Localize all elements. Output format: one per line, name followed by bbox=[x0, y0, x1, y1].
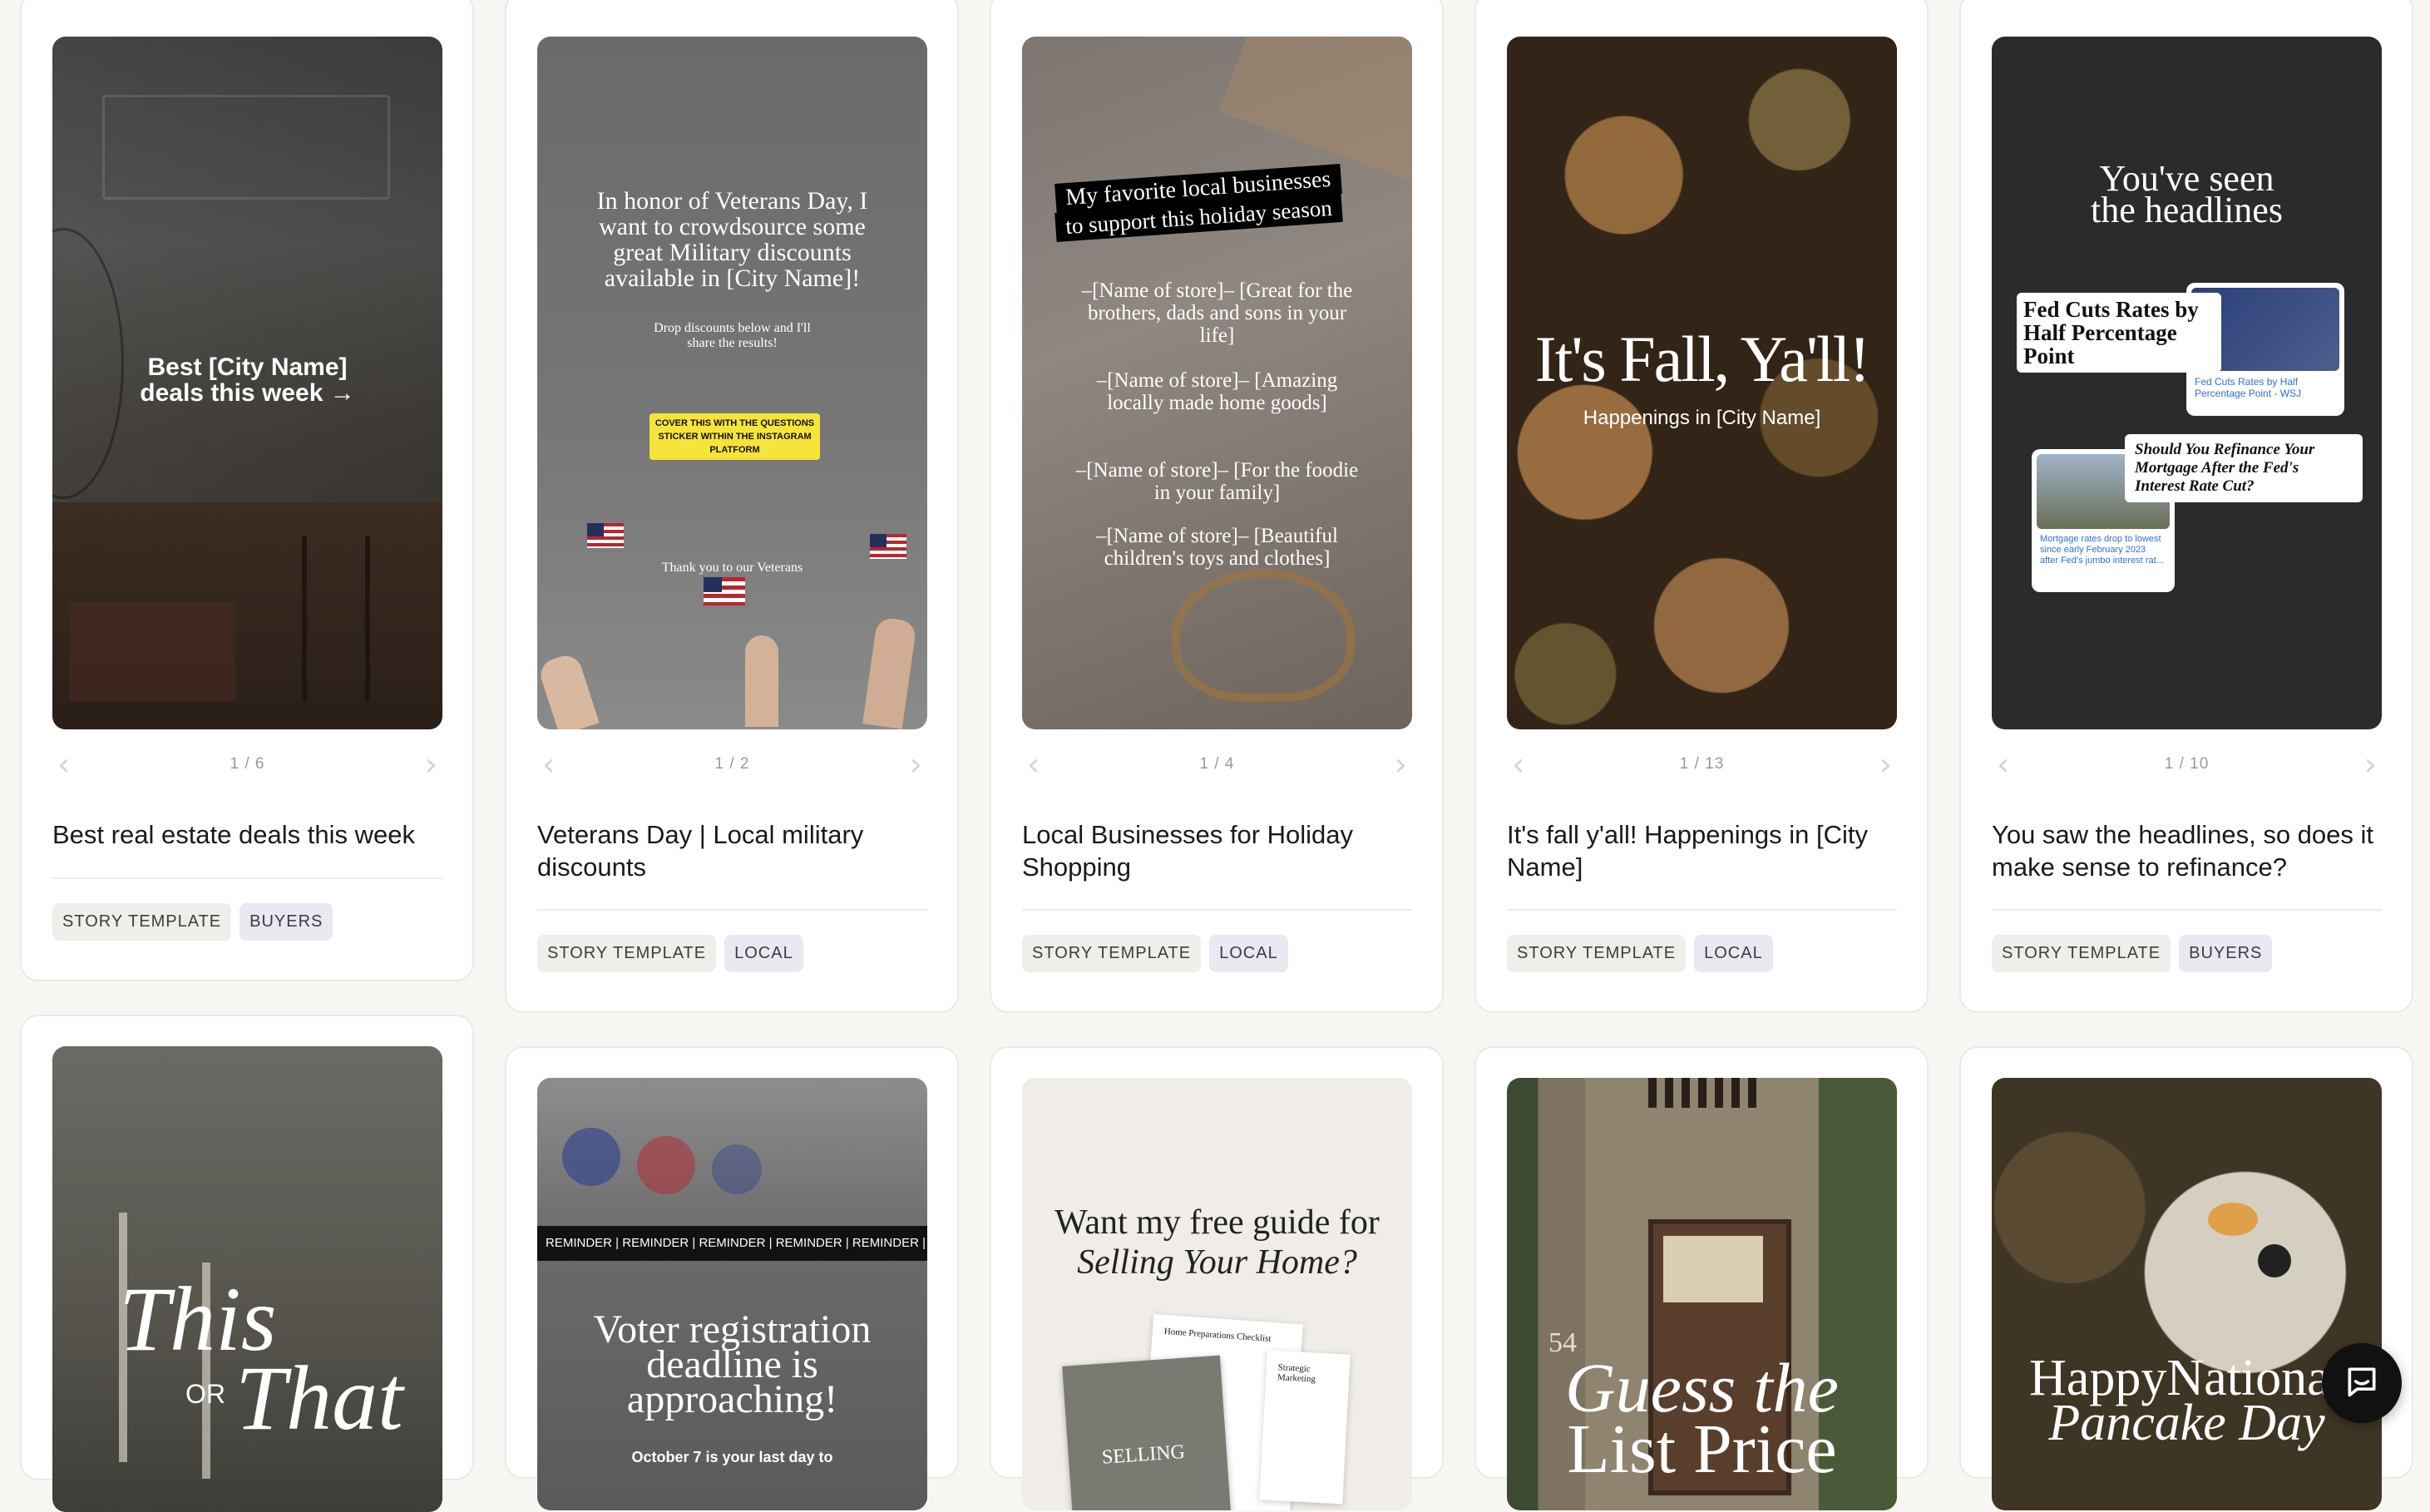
chevron-right-icon[interactable]: › bbox=[1395, 744, 1407, 785]
flag-icon bbox=[587, 523, 624, 548]
tag-list: STORY TEMPLATE LOCAL bbox=[1507, 935, 1897, 972]
card-divider bbox=[1992, 909, 2382, 911]
tag-story-template[interactable]: STORY TEMPLATE bbox=[52, 903, 232, 941]
story-headline: It's Fall, Ya'll! bbox=[1534, 323, 1871, 395]
story-headline: Best [City Name] deals this week → bbox=[140, 353, 355, 407]
template-card[interactable]: You've seen the headlines Fed Cuts Rates… bbox=[1959, 0, 2413, 1013]
flag-icon bbox=[704, 577, 745, 605]
card-divider bbox=[52, 877, 442, 879]
carousel-nav: ‹ 1 / 2 › bbox=[537, 744, 927, 785]
slide-counter: 1 / 6 bbox=[230, 755, 265, 773]
story-headline: Selling Your Home? bbox=[1077, 1243, 1357, 1282]
news-headline: Should You Refinance Your Mortgage After… bbox=[2125, 434, 2363, 502]
slide-counter: 1 / 13 bbox=[1679, 755, 1725, 773]
chat-icon bbox=[2344, 1363, 2380, 1404]
card-divider bbox=[1022, 909, 1412, 911]
slide-counter: 1 / 4 bbox=[1199, 755, 1235, 773]
sticker-note: COVER THIS WITH THE QUESTIONS STICKER WI… bbox=[649, 413, 820, 460]
story-list-item: –[Name of store]– [Beautiful children's … bbox=[1096, 525, 1338, 570]
tag-buyers[interactable]: BUYERS bbox=[240, 903, 333, 941]
story-subtext: Drop discounts below and I'll share the … bbox=[654, 321, 811, 350]
template-card[interactable]: Best [City Name] deals this week → ‹ 1 /… bbox=[20, 0, 474, 981]
chevron-right-icon[interactable]: › bbox=[910, 744, 922, 785]
slide-counter: 1 / 2 bbox=[714, 755, 750, 773]
story-preview[interactable]: Best [City Name] deals this week → bbox=[52, 37, 442, 729]
story-headline: Pancake Day bbox=[2048, 1395, 2325, 1451]
card-title[interactable]: Veterans Day | Local military discounts bbox=[537, 818, 927, 883]
tag-local[interactable]: LOCAL bbox=[1694, 935, 1773, 972]
story-subtext: Happenings in [City Name] bbox=[1583, 407, 1821, 429]
chat-launcher-button[interactable] bbox=[2322, 1343, 2402, 1423]
template-card[interactable]: My favorite local businesses to support … bbox=[990, 0, 1444, 1013]
story-headline: Want my free guide for bbox=[1054, 1203, 1380, 1242]
news-headline: Fed Cuts Rates by Half Percentage Point bbox=[2017, 293, 2221, 373]
tag-list: STORY TEMPLATE BUYERS bbox=[1992, 935, 2382, 972]
template-card[interactable]: REMINDER | REMINDER | REMINDER | REMINDE… bbox=[505, 1046, 959, 1510]
story-headline: That bbox=[235, 1347, 403, 1449]
story-subtext: October 7 is your last day to bbox=[631, 1449, 833, 1465]
card-title[interactable]: It's fall y'all! Happenings in [City Nam… bbox=[1507, 818, 1897, 883]
chevron-right-icon[interactable]: › bbox=[1879, 744, 1892, 785]
tag-story-template[interactable]: STORY TEMPLATE bbox=[1022, 935, 1202, 972]
template-card[interactable]: This OR That bbox=[20, 1015, 474, 1512]
tag-local[interactable]: LOCAL bbox=[724, 935, 803, 972]
tag-story-template[interactable]: STORY TEMPLATE bbox=[1992, 935, 2171, 972]
chevron-right-icon[interactable]: › bbox=[425, 744, 437, 785]
carousel-nav: ‹ 1 / 13 › bbox=[1507, 744, 1897, 785]
news-caption: Fed Cuts Rates by Half Percentage Point … bbox=[2195, 376, 2302, 399]
news-caption: Mortgage rates drop to lowest since earl… bbox=[2040, 534, 2164, 566]
tag-list: STORY TEMPLATE BUYERS bbox=[52, 903, 442, 941]
tag-local[interactable]: LOCAL bbox=[1209, 935, 1288, 972]
story-footer: Thank you to our Veterans bbox=[661, 561, 803, 575]
story-headline: Voter registration deadline is approachi… bbox=[593, 1307, 872, 1421]
carousel-nav: ‹ 1 / 10 › bbox=[1992, 744, 2382, 785]
tag-story-template[interactable]: STORY TEMPLATE bbox=[537, 935, 717, 972]
guide-page: Strategic Marketing bbox=[1259, 1350, 1351, 1505]
chevron-right-icon[interactable]: › bbox=[2364, 744, 2377, 785]
story-headline: the headlines bbox=[2091, 190, 2283, 230]
story-preview[interactable]: 54 Guess the List Price bbox=[1507, 1078, 1897, 1510]
card-divider bbox=[537, 909, 927, 911]
tag-buyers[interactable]: BUYERS bbox=[2179, 935, 2273, 972]
story-list-item: –[Name of store]– [Great for the brother… bbox=[1081, 279, 1353, 347]
card-divider bbox=[1507, 909, 1897, 911]
template-card[interactable]: Want my free guide for Selling Your Home… bbox=[990, 1046, 1444, 1510]
template-grid: Best [City Name] deals this week → ‹ 1 /… bbox=[0, 0, 2430, 1512]
template-card[interactable]: It's Fall, Ya'll! Happenings in [City Na… bbox=[1474, 0, 1929, 1013]
story-preview[interactable]: In honor of Veterans Day, I want to crow… bbox=[537, 37, 927, 729]
story-preview[interactable]: Want my free guide for Selling Your Home… bbox=[1022, 1078, 1412, 1510]
flag-icon bbox=[870, 534, 906, 559]
tag-story-template[interactable]: STORY TEMPLATE bbox=[1507, 935, 1687, 972]
story-preview[interactable]: REMINDER | REMINDER | REMINDER | REMINDE… bbox=[537, 1078, 927, 1510]
story-preview[interactable]: It's Fall, Ya'll! Happenings in [City Na… bbox=[1507, 37, 1897, 729]
template-card[interactable]: 54 Guess the List Price bbox=[1474, 1046, 1929, 1510]
reminder-ticker: REMINDER | REMINDER | REMINDER | REMINDE… bbox=[537, 1226, 927, 1261]
carousel-nav: ‹ 1 / 4 › bbox=[1022, 744, 1412, 785]
story-headline: In honor of Veterans Day, I want to crow… bbox=[596, 187, 868, 292]
guide-cover: SELLING bbox=[1062, 1355, 1232, 1510]
story-headline: List Price bbox=[1567, 1411, 1837, 1488]
template-card[interactable]: In honor of Veterans Day, I want to crow… bbox=[505, 0, 959, 1013]
slide-counter: 1 / 10 bbox=[2164, 755, 2210, 773]
tag-list: STORY TEMPLATE LOCAL bbox=[537, 935, 927, 972]
story-preview[interactable]: This OR That bbox=[52, 1046, 442, 1512]
story-list-item: –[Name of store]– [For the foodie in you… bbox=[1075, 459, 1359, 504]
story-preview[interactable]: You've seen the headlines Fed Cuts Rates… bbox=[1992, 37, 2382, 729]
card-title[interactable]: Best real estate deals this week bbox=[52, 818, 442, 851]
card-title[interactable]: You saw the headlines, so does it make s… bbox=[1992, 818, 2382, 883]
story-connector: OR bbox=[185, 1379, 225, 1409]
tag-list: STORY TEMPLATE LOCAL bbox=[1022, 935, 1412, 972]
card-title[interactable]: Local Businesses for Holiday Shopping bbox=[1022, 818, 1412, 883]
carousel-nav: ‹ 1 / 6 › bbox=[52, 744, 442, 785]
story-list-item: –[Name of store]– [Amazing locally made … bbox=[1096, 369, 1338, 414]
story-preview[interactable]: My favorite local businesses to support … bbox=[1022, 37, 1412, 729]
story-preview[interactable]: HappyNational Pancake Day bbox=[1992, 1078, 2382, 1510]
